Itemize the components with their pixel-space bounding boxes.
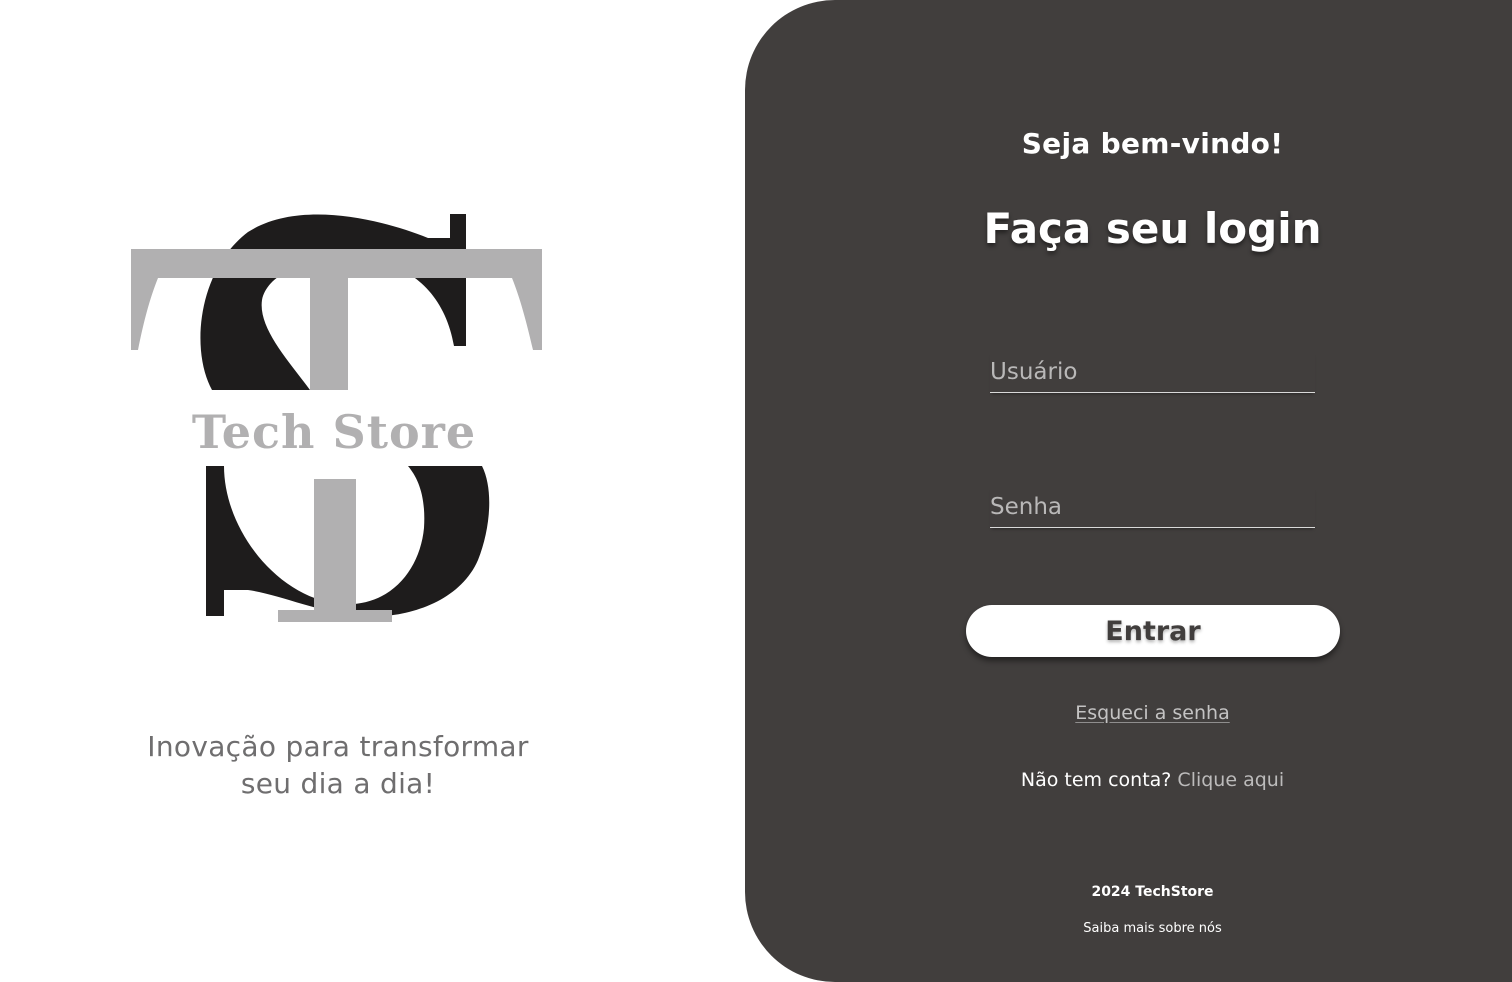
ts-monogram-logo: Tech Store	[131, 214, 542, 622]
login-title: Faça seu login	[983, 204, 1322, 253]
logo-t-top	[131, 249, 542, 390]
tagline-line-2: seu dia a dia!	[240, 767, 436, 800]
footer-copyright: 2024 TechStore	[1091, 884, 1214, 900]
login-button[interactable]: Entrar	[966, 605, 1340, 657]
username-input[interactable]	[990, 352, 1315, 393]
forgot-password-row: Esqueci a senha	[745, 702, 1512, 724]
brand-tagline: Inovação para transformar seu dia a dia!	[100, 728, 576, 802]
tech-store-logo: Tech Store	[128, 210, 546, 626]
brand-section: Tech Store Inovação para transformar seu…	[0, 0, 745, 982]
tagline-line-1: Inovação para transformar	[147, 730, 529, 763]
login-page: Tech Store Inovação para transformar seu…	[0, 0, 1512, 982]
logo-wordmark: Tech Store	[192, 405, 476, 459]
no-account-text: Não tem conta?	[1020, 769, 1172, 791]
signup-link[interactable]: Clique aqui	[1177, 769, 1284, 791]
password-input[interactable]	[990, 487, 1315, 528]
login-panel: Seja bem-vindo! Faça seu login Entrar Es…	[745, 0, 1512, 982]
forgot-password-link[interactable]: Esqueci a senha	[1075, 702, 1229, 724]
footer-about-row: Saiba mais sobre nós	[745, 917, 1512, 936]
about-link[interactable]: Saiba mais sobre nós	[1083, 921, 1221, 936]
welcome-heading: Seja bem-vindo!	[1021, 127, 1284, 160]
signup-prompt: Não tem conta? Clique aqui	[745, 769, 1512, 791]
